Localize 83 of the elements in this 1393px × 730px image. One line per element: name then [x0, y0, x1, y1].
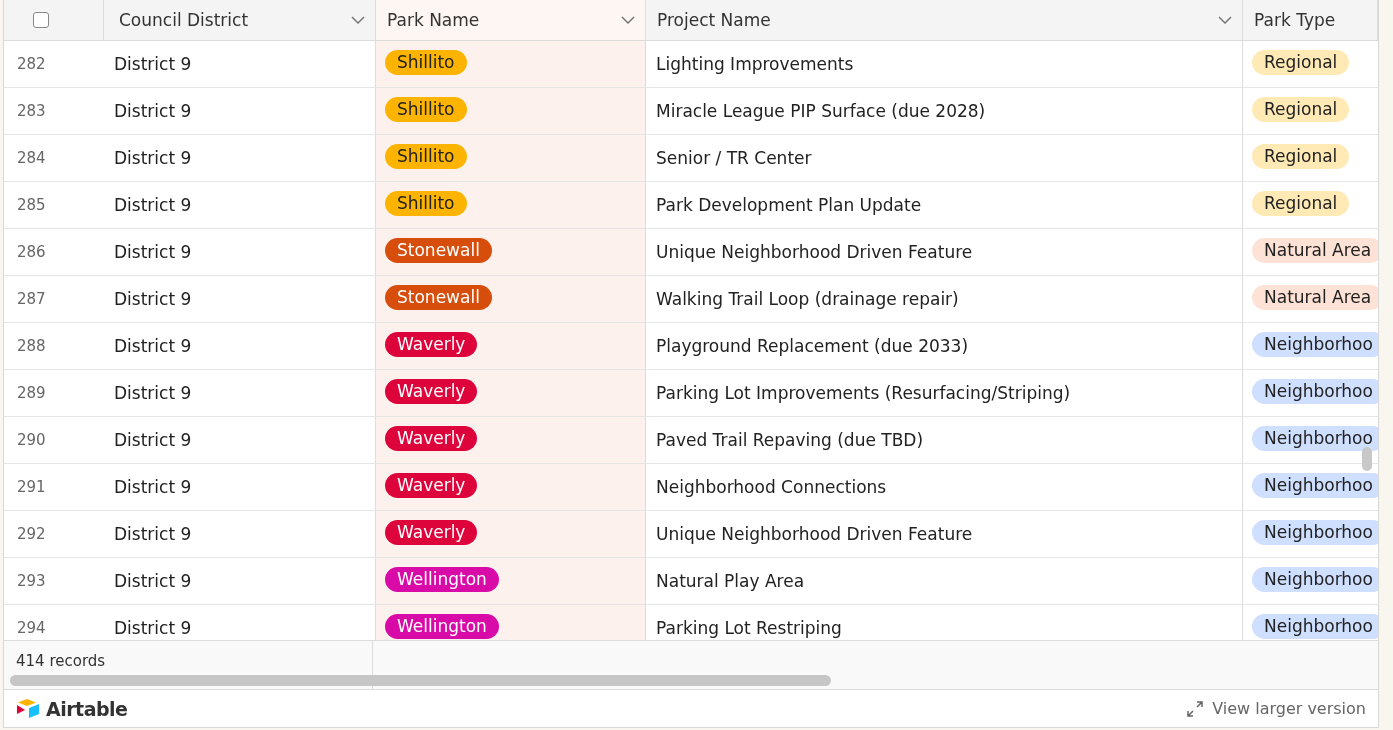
- row-number: 289: [17, 384, 46, 402]
- park-type-tag: Regional: [1252, 96, 1350, 122]
- table-cell: District 9: [114, 336, 192, 356]
- table-cell: Park Development Plan Update: [656, 195, 922, 215]
- table-cell: Parking Lot Restriping: [656, 618, 842, 638]
- row-number: 285: [17, 196, 46, 214]
- row-number: 290: [17, 431, 46, 449]
- table-cell: Senior / TR Center: [656, 148, 812, 168]
- row-number: 293: [17, 572, 46, 590]
- chevron-down-icon[interactable]: [351, 16, 365, 24]
- row-number: 286: [17, 243, 46, 261]
- park-tag: Waverly: [385, 425, 478, 451]
- view-larger-link[interactable]: View larger version: [1186, 699, 1366, 718]
- park-tag: Shillito: [385, 190, 467, 216]
- brand-name: Airtable: [46, 697, 128, 720]
- table-cell: District 9: [114, 477, 192, 497]
- table-cell: District 9: [114, 54, 192, 74]
- park-tag: Stonewall: [385, 237, 492, 263]
- row-number: 287: [17, 290, 46, 308]
- row-number: 288: [17, 337, 46, 355]
- park-type-tag: Neighborhoo: [1252, 472, 1378, 498]
- park-tag: Waverly: [385, 331, 478, 357]
- row-number: 294: [17, 619, 46, 637]
- expand-icon: [1186, 699, 1205, 718]
- table-cell: Walking Trail Loop (drainage repair): [656, 289, 959, 309]
- table-cell: Natural Play Area: [656, 571, 805, 591]
- table-cell: Paved Trail Repaving (due TBD): [656, 430, 924, 450]
- row-number: 292: [17, 525, 46, 543]
- park-type-tag: Neighborhoo: [1252, 613, 1378, 639]
- scrollbar-thumb[interactable]: [1362, 447, 1372, 471]
- table-cell: Parking Lot Improvements (Resurfacing/Striping): [656, 383, 1071, 403]
- park-tag: Waverly: [385, 378, 478, 404]
- select-all-checkbox[interactable]: [33, 12, 49, 28]
- park-type-tag: Neighborhoo: [1252, 378, 1378, 404]
- row-number: 283: [17, 102, 46, 120]
- column-header: Project Name: [657, 10, 771, 30]
- record-count: 414 records: [16, 652, 106, 670]
- scrollbar-thumb[interactable]: [10, 675, 831, 686]
- park-type-tag: Regional: [1252, 143, 1350, 169]
- table-cell: District 9: [114, 195, 192, 215]
- park-type-tag: Natural Area: [1252, 237, 1378, 263]
- column-header-cell[interactable]: Project Name: [646, 0, 1243, 40]
- park-type-tag: Regional: [1252, 190, 1350, 216]
- park-type-tag: Neighborhoo: [1252, 425, 1378, 451]
- table-cell: District 9: [114, 242, 192, 262]
- table-cell: District 9: [114, 430, 192, 450]
- table-cell: District 9: [114, 148, 192, 168]
- table-cell: Neighborhood Connections: [656, 477, 887, 497]
- park-type-tag: Neighborhoo: [1252, 331, 1378, 357]
- park-tag: Wellington: [385, 566, 499, 592]
- column-header: Park Type: [1254, 10, 1336, 30]
- table-cell: District 9: [114, 571, 192, 591]
- park-tag: Waverly: [385, 472, 478, 498]
- table-cell: Unique Neighborhood Driven Feature: [656, 242, 973, 262]
- table-cell: Unique Neighborhood Driven Feature: [656, 524, 973, 544]
- column-header: Park Name: [387, 10, 480, 30]
- chevron-down-icon[interactable]: [621, 16, 635, 24]
- logo-icon: [16, 697, 42, 720]
- table-cell: Playground Replacement (due 2033): [656, 336, 969, 356]
- table-cell: Lighting Improvements: [656, 54, 854, 74]
- table-cell: District 9: [114, 618, 192, 638]
- park-type-tag: Natural Area: [1252, 284, 1378, 310]
- park-tag: Waverly: [385, 519, 478, 545]
- park-tag: Wellington: [385, 613, 499, 639]
- park-type-tag: Regional: [1252, 49, 1350, 75]
- column-header: Council District: [119, 10, 249, 30]
- row-number: 282: [17, 55, 46, 73]
- park-type-tag: Neighborhoo: [1252, 519, 1378, 545]
- park-tag: Shillito: [385, 49, 467, 75]
- table-cell: District 9: [114, 524, 192, 544]
- park-tag: Shillito: [385, 96, 467, 122]
- table-cell: District 9: [114, 101, 192, 121]
- park-tag: Stonewall: [385, 284, 492, 310]
- row-number: 291: [17, 478, 46, 496]
- table-cell: Miracle League PIP Surface (due 2028): [656, 101, 986, 121]
- chevron-down-icon[interactable]: [1218, 16, 1232, 24]
- row-number: 284: [17, 149, 46, 167]
- park-tag: Shillito: [385, 143, 467, 169]
- park-type-tag: Neighborhoo: [1252, 566, 1378, 592]
- table-cell: District 9: [114, 383, 192, 403]
- table-cell: District 9: [114, 289, 192, 309]
- column-header-cell[interactable]: Park Type: [1243, 0, 1378, 40]
- column-header-cell[interactable]: Park Name: [376, 0, 646, 40]
